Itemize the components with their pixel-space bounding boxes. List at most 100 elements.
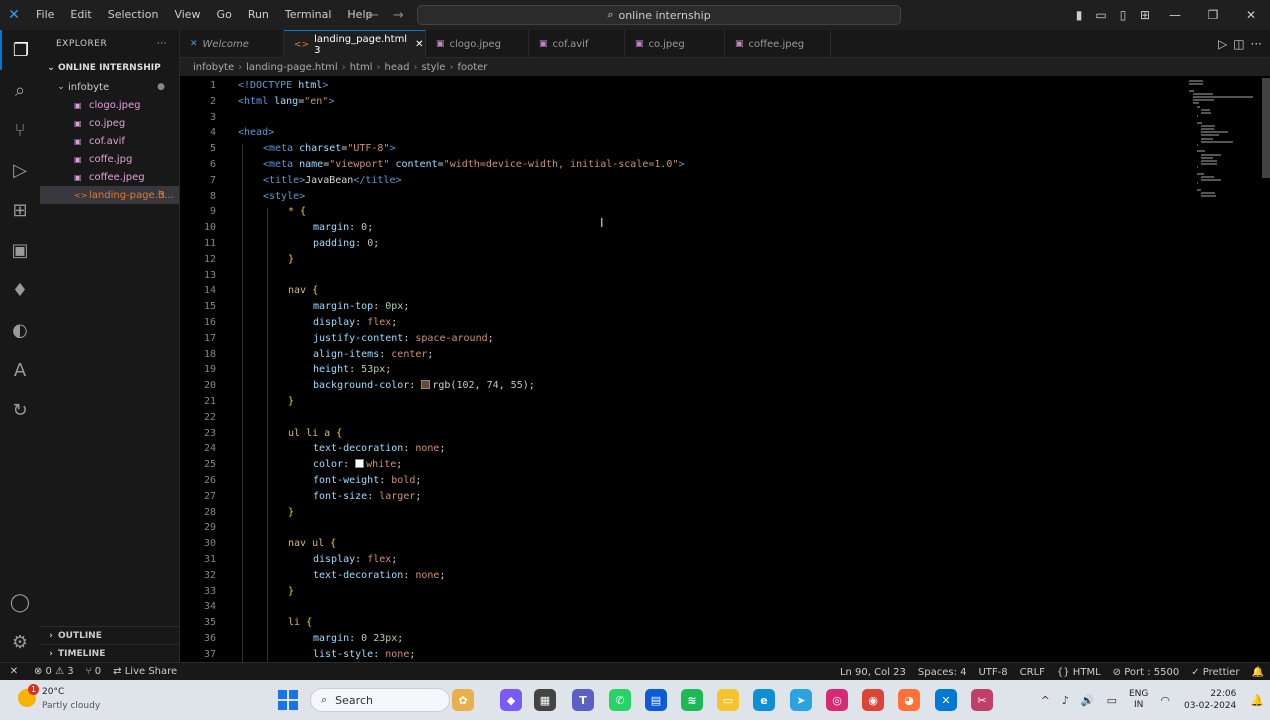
volume-icon[interactable]: 🔊 <box>1075 694 1101 707</box>
snipping-app[interactable]: ✂ <box>971 689 993 711</box>
code-token: none <box>415 443 440 455</box>
problems-count[interactable]: ⊗ 0 ⚠ 3 <box>28 666 80 677</box>
live-server-port[interactable]: ⊘ Port : 5500 <box>1107 667 1186 678</box>
source-control-icon[interactable]: ⑂ <box>0 110 40 150</box>
firefox-app[interactable]: ◕ <box>898 689 920 711</box>
folder-infobyte[interactable]: ⌄ infobyte ● <box>40 78 179 96</box>
start-button-windows-icon[interactable] <box>278 690 298 710</box>
vertical-scrollbar[interactable] <box>1262 78 1270 178</box>
mongodb-icon[interactable]: ♦ <box>0 270 40 310</box>
command-center-search[interactable]: ⌕ online internship <box>417 5 901 25</box>
indentation[interactable]: Spaces: 4 <box>912 667 973 678</box>
edge-devtools-icon[interactable]: ◐ <box>0 310 40 350</box>
ports-count[interactable]: ⑂ 0 <box>80 666 108 677</box>
widgets-app[interactable]: ✿ <box>452 689 474 711</box>
run-icon[interactable]: ▷ <box>1218 37 1227 51</box>
tab-coffee-jpeg[interactable]: ▣ coffee.jpeg <box>725 30 831 58</box>
weather-widget[interactable]: 1 20°C Partly cloudy <box>14 684 124 716</box>
whatsapp-app[interactable]: ✆ <box>609 689 631 711</box>
outline-section[interactable]: › OUTLINE <box>40 626 180 644</box>
tab-co-jpeg[interactable]: ▣ co.jpeg <box>625 30 725 58</box>
instagram-app[interactable]: ◎ <box>826 689 848 711</box>
go-forward-icon[interactable]: → <box>393 8 404 23</box>
file-item[interactable]: ▣ clogo.jpeg <box>40 96 179 114</box>
remote-explorer-icon[interactable]: ▣ <box>0 230 40 270</box>
live-share-icon[interactable]: ↻ <box>0 390 40 430</box>
input-language[interactable]: ENG IN <box>1123 689 1154 711</box>
color-swatch[interactable] <box>355 459 365 469</box>
menu-go[interactable]: Go <box>209 0 240 30</box>
split-editor-icon[interactable]: ◫ <box>1233 37 1244 51</box>
notification-center-icon[interactable]: 🔔 <box>1244 694 1270 707</box>
menu-run[interactable]: Run <box>240 0 277 30</box>
azure-icon[interactable]: A <box>0 350 40 390</box>
microphone-icon[interactable]: ♪ <box>1056 694 1075 707</box>
breadcrumb-item[interactable]: style <box>421 62 445 73</box>
explorer-more-icon[interactable]: ··· <box>157 39 167 49</box>
breadcrumb-item[interactable]: infobyte <box>193 62 234 73</box>
explorer-app[interactable]: ▭ <box>717 689 739 711</box>
tab-cof-avif[interactable]: ▣ cof.avif <box>529 30 625 58</box>
edge-app[interactable]: e <box>753 689 775 711</box>
manage-gear-icon[interactable]: ⚙ <box>0 622 40 662</box>
toggle-primary-sidebar-icon[interactable]: ▮ <box>1068 8 1090 22</box>
battery-icon[interactable]: ▭ <box>1101 694 1123 707</box>
more-actions-icon[interactable]: ··· <box>1251 37 1262 51</box>
vscode-app[interactable]: ✕ <box>935 689 957 711</box>
breadcrumb-item[interactable]: html <box>350 62 373 73</box>
file-item[interactable]: ▣ co.jpeg <box>40 114 179 132</box>
end-of-line[interactable]: CRLF <box>1014 667 1051 678</box>
files-icon[interactable]: ❐ <box>0 30 40 70</box>
language-mode[interactable]: {} HTML <box>1051 667 1107 678</box>
menu-file[interactable]: File <box>28 0 62 30</box>
minimize-button[interactable]: — <box>1156 8 1194 22</box>
run-debug-icon[interactable]: ▷ <box>0 150 40 190</box>
spotify-app[interactable]: ≋ <box>681 689 703 711</box>
cursor-position[interactable]: Ln 90, Col 23 <box>834 667 912 678</box>
menu-terminal[interactable]: Terminal <box>277 0 340 30</box>
restore-button[interactable]: ❐ <box>1194 8 1232 22</box>
file-manager-app[interactable]: ▦ <box>534 689 556 711</box>
file-item[interactable]: ▣ cof.avif <box>40 132 179 150</box>
tab-clogo-jpeg[interactable]: ▣ clogo.jpeg <box>426 30 529 58</box>
telegram-app[interactable]: ➤ <box>790 689 812 711</box>
tab-landing-page-html[interactable]: <> landing_page.html 3 ✕ <box>284 30 426 58</box>
remote-indicator-icon[interactable]: ✕ <box>0 663 28 681</box>
file-item[interactable]: <> landing-page.h... 3 <box>40 186 179 204</box>
live-share-button[interactable]: ⇄ Live Share <box>107 666 183 677</box>
tab-welcome[interactable]: ✕ Welcome <box>180 30 284 58</box>
breadcrumb-item[interactable]: landing-page.html <box>246 62 338 73</box>
color-swatch[interactable] <box>421 380 431 390</box>
toggle-secondary-sidebar-icon[interactable]: ▯ <box>1112 8 1134 22</box>
wifi-icon[interactable]: ◠ <box>1154 694 1176 707</box>
search-icon[interactable]: ⌕ <box>0 70 40 110</box>
show-hidden-icons-icon[interactable]: ^ <box>1035 694 1056 707</box>
close-tab-icon[interactable]: ✕ <box>415 39 423 50</box>
file-item[interactable]: ▣ coffee.jpeg <box>40 168 179 186</box>
menu-view[interactable]: View <box>166 0 208 30</box>
encoding[interactable]: UTF-8 <box>972 667 1013 678</box>
menu-selection[interactable]: Selection <box>100 0 167 30</box>
close-window-button[interactable]: ✕ <box>1232 8 1270 22</box>
workspace-row[interactable]: ⌄ ONLINE INTERNSHIP <box>40 58 179 78</box>
timeline-section[interactable]: › TIMELINE <box>40 644 180 662</box>
store-app[interactable]: ▤ <box>645 689 667 711</box>
accounts-icon[interactable]: ◯ <box>0 582 40 622</box>
breadcrumb-item[interactable]: head <box>384 62 409 73</box>
prettier-status[interactable]: ✓ Prettier <box>1185 667 1245 678</box>
copilot-app[interactable]: ◆ <box>500 689 522 711</box>
notifications-bell-icon[interactable]: 🔔 <box>1246 667 1270 678</box>
teams-app[interactable]: T <box>572 689 594 711</box>
clock[interactable]: 22:06 03-02-2024 <box>1176 688 1244 712</box>
customize-layout-icon[interactable]: ⊞ <box>1134 8 1156 22</box>
toggle-panel-icon[interactable]: ▭ <box>1090 8 1112 22</box>
extensions-icon[interactable]: ⊞ <box>0 190 40 230</box>
menu-edit[interactable]: Edit <box>62 0 99 30</box>
code-editor[interactable]: I 1 <!DOCTYPE html> 2 <html lang="en"> 3 4 <he… <box>180 76 1270 662</box>
minimap[interactable] <box>1185 76 1261 662</box>
chrome-app[interactable]: ◉ <box>862 689 884 711</box>
file-item[interactable]: ▣ coffe.jpg <box>40 150 179 168</box>
go-back-icon[interactable]: ← <box>368 8 379 23</box>
breadcrumb-item[interactable]: footer <box>457 62 487 73</box>
taskbar-search[interactable]: ⌕ Search <box>310 688 450 712</box>
